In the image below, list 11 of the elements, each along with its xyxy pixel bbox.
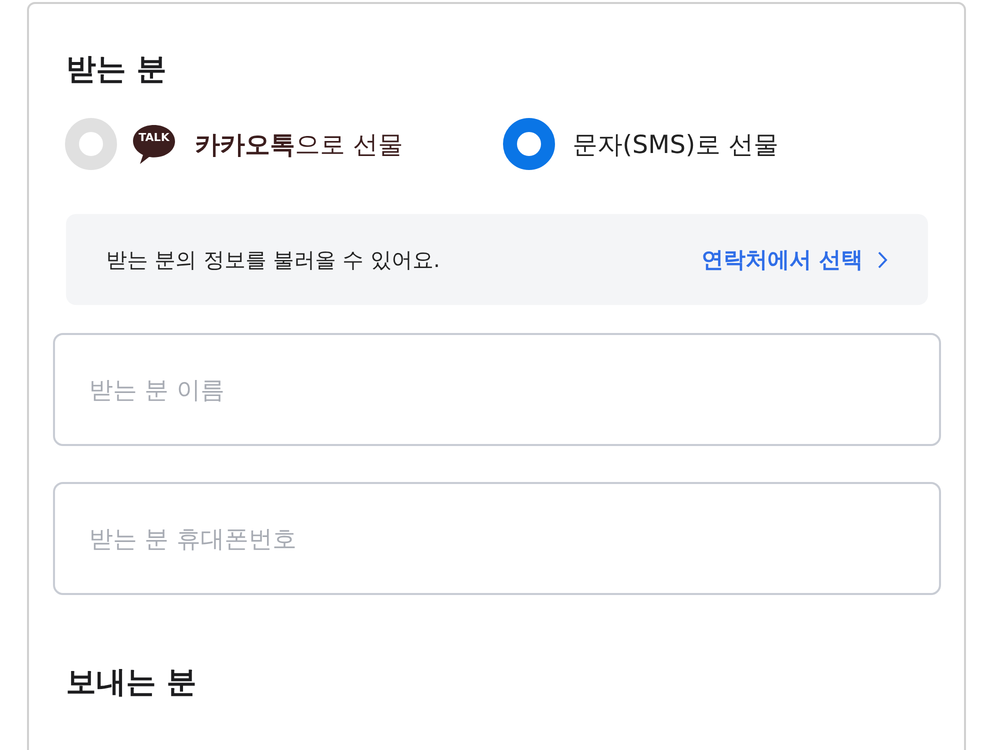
input-field[interactable]: 받는 분 휴대폰번호	[53, 482, 941, 595]
chat-bubble-icon: TALK	[131, 123, 177, 165]
input-field[interactable]: 받는 분 이름	[53, 333, 941, 446]
option-label: 카카오톡으로 선물	[195, 128, 403, 160]
info-text: 받는 분의 정보를 불러올 수 있어요.	[106, 246, 440, 274]
contact-select-link[interactable]: 연락처에서 선택	[701, 244, 888, 274]
option-label: 문자(SMS)로 선물	[572, 128, 778, 160]
chevron-icon	[877, 250, 888, 268]
radio-button[interactable]	[502, 118, 554, 170]
section-title: 보내는 분	[66, 664, 198, 702]
section-title: 받는 분	[66, 51, 168, 89]
